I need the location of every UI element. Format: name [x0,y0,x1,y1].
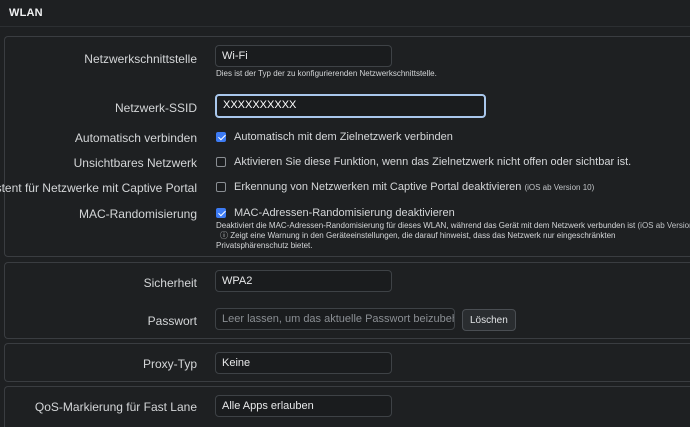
hidden-network-label: Unsichtbares Netzwerk [73,156,197,170]
captive-portal-version-note: (iOS ab Version 10) [524,183,595,192]
ssid-input[interactable]: XXXXXXXXXX [215,94,486,118]
password-label: Passwort [147,314,197,328]
auto-join-text: Automatisch mit dem Zielnetzwerk verbind… [234,131,453,143]
section-header: WLAN [0,0,690,27]
password-input[interactable]: Leer lassen, um das aktuelle Passwort be… [215,308,455,330]
security-type-label: Sicherheit [143,276,197,290]
ssid-label: Netzwerk-SSID [114,101,197,115]
proxy-settings-panel: Proxy-Typ Keine [4,343,690,382]
clear-password-button[interactable]: Löschen [462,309,516,331]
mac-help-line3: Privatsphärenschutz bietet. [216,241,313,250]
interface-help: Dies ist der Typ der zu konfigurierenden… [216,69,437,78]
interface-label: Netzwerkschnittstelle [84,52,197,66]
mac-randomization-text: MAC-Adressen-Randomisierung deaktivieren [234,207,455,219]
captive-portal-label: Assistent für Netzwerke mit Captive Port… [0,181,197,195]
network-settings-panel: Netzwerkschnittstelle Wi-Fi Dies ist der… [0,36,690,257]
security-settings-panel: Sicherheit WPA2 Passwort Leer lassen, um… [4,262,690,339]
interface-select[interactable]: Wi-Fi [215,45,392,67]
hidden-network-checkbox[interactable] [216,157,226,167]
mac-randomization-label: MAC-Randomisierung [78,207,197,221]
security-type-select[interactable]: WPA2 [215,270,392,292]
auto-join-checkbox[interactable] [216,132,226,142]
section-title: WLAN [9,7,43,19]
proxy-type-label: Proxy-Typ [142,357,197,371]
proxy-type-select[interactable]: Keine [215,352,392,374]
captive-portal-checkbox[interactable] [216,182,226,192]
hidden-network-text: Aktivieren Sie diese Funktion, wenn das … [234,156,632,168]
mac-randomization-checkbox[interactable] [216,208,226,218]
mac-help-line1: Deaktiviert die MAC-Adressen-Randomisier… [216,221,636,230]
qos-select[interactable]: Alle Apps erlauben [215,395,392,417]
mac-help-version-note: (iOS ab Version 14) [637,221,690,230]
auto-join-label: Automatisch verbinden [74,131,197,145]
captive-portal-text: Erkennung von Netzwerken mit Captive Por… [234,181,594,193]
mac-randomization-help: Deaktiviert die MAC-Adressen-Randomisier… [216,221,690,251]
mac-help-line2: ⓘ Zeigt eine Warnung in den Geräteeinste… [220,231,616,240]
qos-settings-panel: QoS-Markierung für Fast Lane Alle Apps e… [4,386,690,427]
password-placeholder: Leer lassen, um das aktuelle Passwort be… [222,313,454,325]
qos-label: QoS-Markierung für Fast Lane [34,400,197,414]
captive-portal-text-main: Erkennung von Netzwerken mit Captive Por… [234,181,522,193]
